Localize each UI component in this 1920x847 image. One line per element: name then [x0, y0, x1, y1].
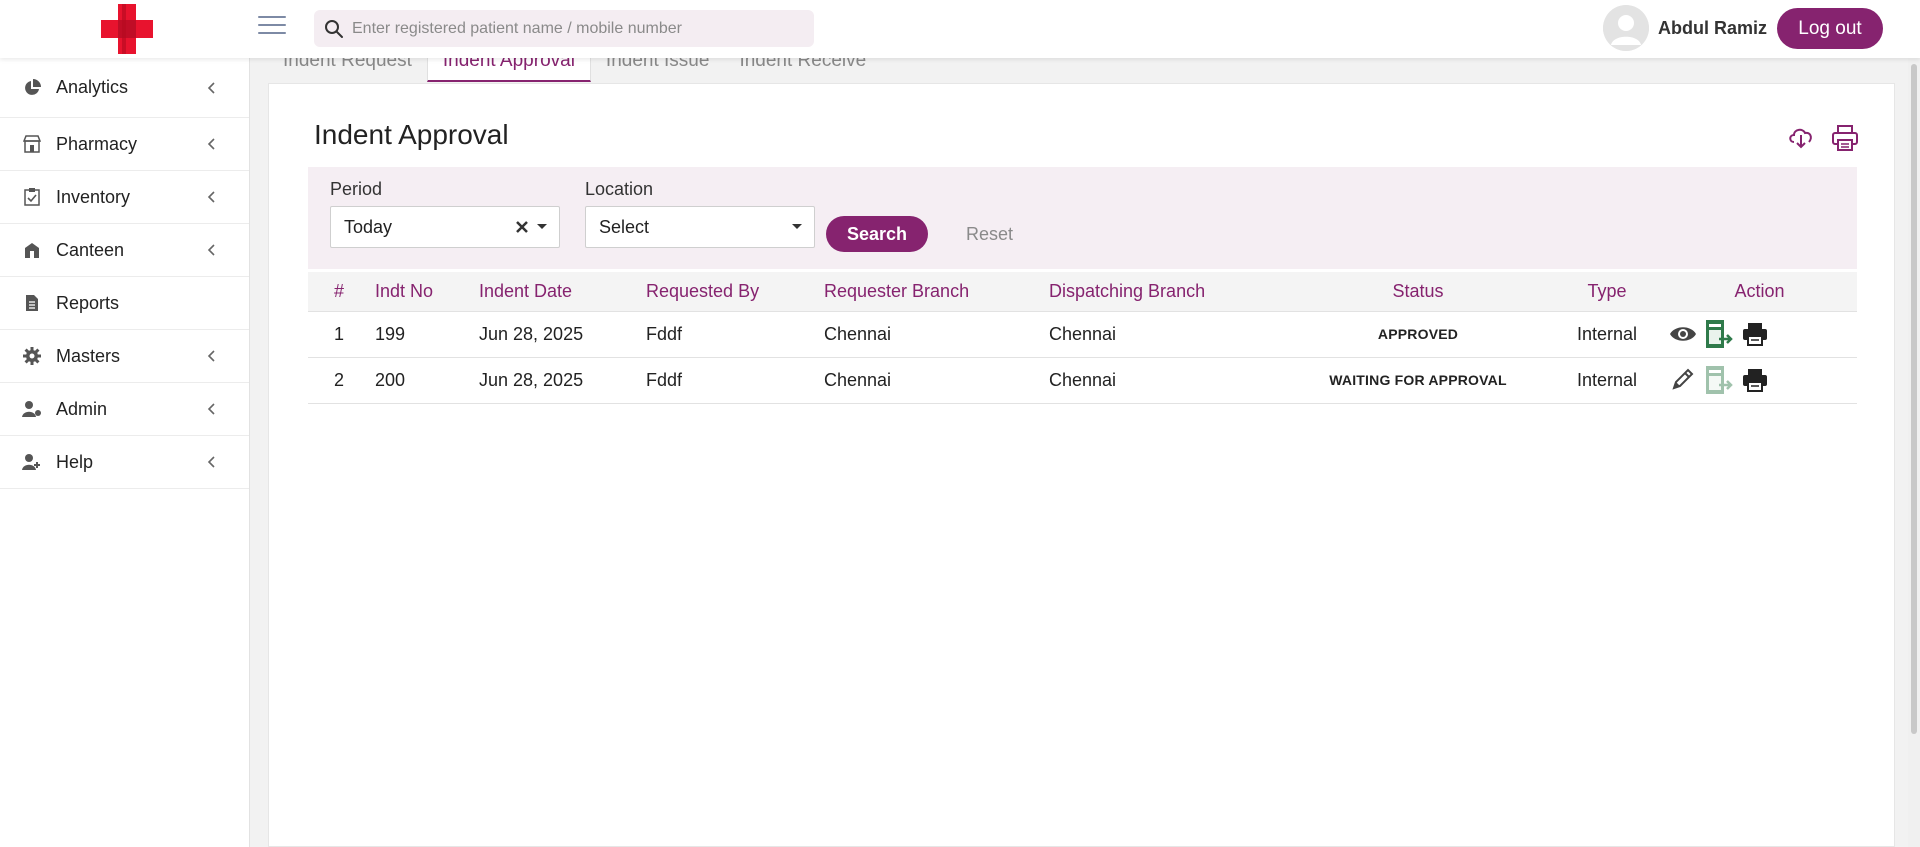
sidebar: Analytics Pharmacy Inventory Canteen Rep… — [0, 58, 250, 847]
chevron-left-icon — [207, 138, 215, 150]
filter-panel: Period Today Location Select Search Rese… — [308, 167, 1857, 269]
chevron-left-icon — [207, 350, 215, 362]
search-icon — [325, 19, 343, 38]
sidebar-item-pharmacy[interactable]: Pharmacy — [0, 118, 249, 171]
chevron-down-icon — [792, 224, 802, 229]
column-header[interactable]: Indent Date — [479, 272, 646, 312]
patient-search-box[interactable] — [314, 10, 814, 47]
sidebar-item-label: Reports — [56, 292, 120, 313]
indent-type: Internal — [1552, 357, 1662, 404]
column-header[interactable]: Dispatching Branch — [1049, 272, 1284, 312]
logout-button[interactable]: Log out — [1777, 8, 1883, 49]
page-scrollbar[interactable] — [1908, 58, 1920, 847]
user-name: Abdul Ramiz — [1658, 18, 1768, 38]
table-row: 2 200 Jun 28, 2025 Fddf Chennai Chennai … — [308, 357, 1857, 404]
patient-search-input[interactable] — [352, 19, 792, 38]
printer-icon[interactable] — [1831, 125, 1859, 151]
hospital-cross-logo — [101, 4, 153, 54]
document-icon — [22, 293, 42, 313]
row-actions — [1662, 357, 1857, 404]
pie-chart-icon — [22, 78, 42, 98]
indent-table: # Indt No Indent Date Requested By Reque… — [308, 272, 1857, 404]
column-header[interactable]: Requested By — [646, 272, 824, 312]
chevron-down-icon — [537, 224, 547, 229]
column-header[interactable]: Indt No — [375, 272, 479, 312]
user-avatar[interactable] — [1603, 5, 1649, 51]
indent-type: Internal — [1552, 311, 1662, 358]
search-button[interactable]: Search — [826, 216, 928, 252]
location-label: Location — [585, 179, 654, 199]
top-bar: Abdul Ramiz Log out — [0, 0, 1920, 58]
indent-date: Jun 28, 2025 — [479, 357, 646, 404]
reset-button[interactable]: Reset — [966, 216, 1013, 252]
sidebar-item-admin[interactable]: Admin — [0, 383, 249, 436]
sidebar-item-label: Pharmacy — [56, 133, 138, 154]
edit-icon[interactable] — [1668, 365, 1698, 395]
sidebar-item-inventory[interactable]: Inventory — [0, 171, 249, 224]
sidebar-item-reports[interactable]: Reports — [0, 277, 249, 330]
sidebar-item-label: Analytics — [56, 77, 129, 97]
column-header[interactable]: Type — [1552, 272, 1662, 312]
print-icon[interactable] — [1740, 319, 1770, 349]
clipboard-check-icon — [22, 187, 42, 207]
sidebar-item-canteen[interactable]: Canteen — [0, 224, 249, 277]
period-label: Period — [330, 179, 383, 199]
print-icon[interactable] — [1740, 365, 1770, 395]
chevron-left-icon — [207, 456, 215, 468]
user-help-icon — [22, 452, 42, 472]
period-value: Today — [344, 216, 393, 237]
content-card: Indent Approval Period Today Location Se… — [268, 83, 1895, 847]
period-select[interactable]: Today — [330, 206, 560, 248]
status-badge: APPROVED — [1284, 311, 1552, 358]
chevron-left-icon — [207, 191, 215, 203]
requester-branch: Chennai — [824, 357, 1049, 404]
chevron-left-icon — [207, 244, 215, 256]
page-title: Indent Approval — [314, 119, 509, 150]
chevron-left-icon — [207, 81, 215, 94]
column-header: # — [308, 272, 375, 312]
store-icon — [22, 134, 42, 154]
indent-date: Jun 28, 2025 — [479, 311, 646, 358]
row-actions — [1662, 311, 1857, 358]
location-value: Select — [599, 216, 650, 237]
dispatching-branch: Chennai — [1049, 311, 1284, 358]
cloud-download-icon[interactable] — [1788, 125, 1814, 149]
status-badge: WAITING FOR APPROVAL — [1284, 357, 1552, 404]
view-icon[interactable] — [1668, 319, 1698, 349]
row-number: 1 — [308, 311, 375, 358]
indent-number: 199 — [375, 311, 479, 358]
sidebar-item-masters[interactable]: Masters — [0, 330, 249, 383]
requested-by: Fddf — [646, 357, 824, 404]
sidebar-item-label: Admin — [56, 398, 108, 419]
dispatching-branch: Chennai — [1049, 357, 1284, 404]
sidebar-item-label: Help — [56, 451, 94, 472]
clear-icon[interactable] — [515, 220, 529, 234]
sidebar-item-label: Canteen — [56, 239, 125, 260]
column-header[interactable]: Requester Branch — [824, 272, 1049, 312]
user-gear-icon — [22, 399, 42, 419]
issue-transfer-icon[interactable] — [1704, 319, 1734, 349]
row-number: 2 — [308, 357, 375, 404]
column-header[interactable]: Status — [1284, 272, 1552, 312]
table-header-row: # Indt No Indent Date Requested By Reque… — [308, 272, 1857, 312]
requested-by: Fddf — [646, 311, 824, 358]
indent-number: 200 — [375, 357, 479, 404]
gear-icon — [22, 346, 42, 366]
requester-branch: Chennai — [824, 311, 1049, 358]
scrollbar-thumb[interactable] — [1911, 64, 1917, 734]
sidebar-item-analytics[interactable]: Analytics — [0, 58, 249, 118]
column-header: Action — [1662, 272, 1857, 312]
location-select[interactable]: Select — [585, 206, 815, 248]
table-row: 1 199 Jun 28, 2025 Fddf Chennai Chennai … — [308, 311, 1857, 358]
chevron-left-icon — [207, 403, 215, 415]
menu-toggle-icon[interactable] — [258, 16, 286, 38]
canteen-icon — [22, 240, 42, 260]
sidebar-item-label: Masters — [56, 345, 121, 366]
issue-transfer-icon[interactable] — [1704, 365, 1734, 395]
sidebar-item-label: Inventory — [56, 186, 131, 207]
sidebar-item-help[interactable]: Help — [0, 436, 249, 489]
